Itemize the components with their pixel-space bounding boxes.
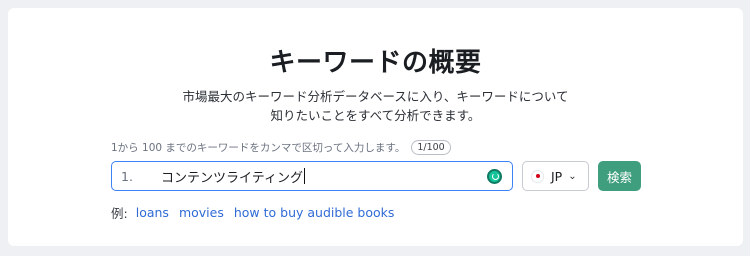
keyword-input[interactable]: 1. コンテンツライティング — [111, 161, 513, 191]
japan-flag-icon — [531, 169, 544, 183]
keyword-value: コンテンツライティング — [161, 170, 303, 186]
example-link-loans[interactable]: loans — [136, 205, 169, 220]
example-link-movies[interactable]: movies — [179, 205, 224, 220]
input-hint: 1から 100 までのキーワードをカンマで区切って入力します。 1/100 — [111, 140, 451, 155]
chevron-down-icon: ⌄ — [568, 170, 577, 182]
country-code: JP — [551, 168, 563, 184]
example-link-audible[interactable]: how to buy audible books — [234, 205, 395, 220]
subtitle-line-2: 知りたいことをすべて分析できます。 — [270, 108, 481, 123]
grammarly-icon[interactable] — [487, 169, 502, 184]
keyword-counter-badge: 1/100 — [411, 140, 451, 155]
text-caret — [303, 168, 305, 184]
examples-row: 例: loans movies how to buy audible books — [111, 203, 404, 222]
search-button[interactable]: 検索 — [598, 161, 641, 191]
keyword-overview-card: キーワードの概要 市場最大のキーワード分析データベースに入り、キーワードについて… — [8, 8, 743, 246]
examples-label: 例: — [111, 206, 128, 221]
page-title: キーワードの概要 — [269, 48, 482, 78]
subtitle-line-1: 市場最大のキーワード分析データベースに入り、キーワードについて — [182, 89, 569, 104]
line-number: 1. — [121, 168, 133, 184]
country-select[interactable]: JP ⌄ — [522, 161, 589, 191]
hint-text: 1から 100 までのキーワードをカンマで区切って入力します。 — [111, 142, 406, 154]
page-subtitle: 市場最大のキーワード分析データベースに入り、キーワードについて 知りたいことをす… — [8, 87, 743, 125]
